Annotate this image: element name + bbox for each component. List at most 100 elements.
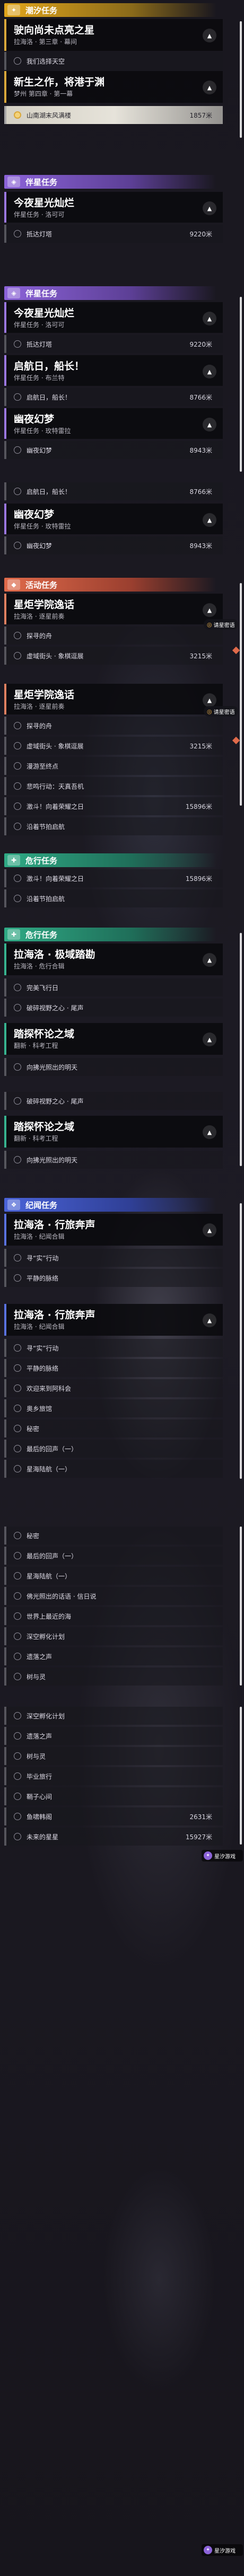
objective-item[interactable]: 向拂光照出的明天	[4, 1151, 223, 1169]
objective-item[interactable]: 遗落之声	[4, 1727, 223, 1745]
objective-item[interactable]: 山南湖末风满楼 1857米	[4, 106, 223, 124]
category-header[interactable]: ✚ 危行任务	[4, 853, 216, 867]
objective-marker-icon	[14, 782, 21, 790]
objective-item[interactable]: 寻“实”行动	[4, 1339, 223, 1357]
objective-item[interactable]: 激斗！向着荣耀之日 15896米	[4, 797, 223, 815]
scrollbar[interactable]	[240, 1707, 242, 1845]
quest-card[interactable]: 驶向尚未点亮之星 拉海洛 · 第三章 · 幕间 ▲	[4, 19, 223, 51]
objective-item[interactable]: 探寻的舟	[4, 717, 223, 735]
category-header[interactable]: ✚ 危行任务	[4, 928, 216, 941]
scrollbar[interactable]	[240, 21, 242, 138]
objective-item[interactable]: 欢迎来到阿科会	[4, 1379, 223, 1397]
scrollbar[interactable]	[240, 297, 242, 472]
objective-item[interactable]: 破碎视野之心 · 尾声	[4, 1092, 223, 1110]
objective-item[interactable]: 星海陆航（一）	[4, 1567, 223, 1585]
collapse-toggle-icon[interactable]: ▲	[203, 693, 216, 707]
objective-item[interactable]: 毕业旅行	[4, 1767, 223, 1785]
scrollbar[interactable]	[240, 1203, 242, 1479]
secret-badge[interactable]: ◎ 请星密语	[204, 619, 238, 630]
scrollbar[interactable]	[240, 933, 242, 1166]
objective-item[interactable]: 星海陆航（一）	[4, 1460, 223, 1478]
objective-item[interactable]: 虚域街头 · 象棋逗展 3215米	[4, 647, 223, 665]
objective-item[interactable]: 深空孵化计划	[4, 1707, 223, 1725]
quest-card[interactable]: 拉海洛 · 行旅奔声 拉海洛 · 纪闻合辑 ▲	[4, 1214, 223, 1246]
objective-marker-icon	[14, 1752, 21, 1760]
collapse-toggle-icon[interactable]: ▲	[203, 1313, 216, 1327]
objective-item[interactable]: 我们选择天空	[4, 52, 223, 70]
quest-subtitle: 拉海洛 · 第三章 · 幕间	[14, 38, 77, 46]
scrollbar[interactable]	[240, 1527, 242, 1686]
quest-subtitle: 拉海洛 · 纪闻合辑	[14, 1233, 65, 1240]
objective-item[interactable]: 树与灵	[4, 1668, 223, 1686]
quest-card[interactable]: 新生之作，将港于渊 梦州 第四章 · 第一幕 ▲	[4, 71, 223, 103]
objective-item[interactable]: 平静的脉络	[4, 1269, 223, 1287]
collapse-toggle-icon[interactable]: ▲	[203, 953, 216, 967]
quest-card[interactable]: 踏探怀论之域 翻新 · 科考工程 ▲	[4, 1116, 223, 1148]
objective-item[interactable]: 沿着节拍启航	[4, 817, 223, 835]
category-header[interactable]: ◆ 活动任务	[4, 578, 216, 592]
objective-item[interactable]: 启航日，船长！ 8766米	[4, 388, 223, 406]
objective-item[interactable]: 破碎视野之心 · 尾声	[4, 999, 223, 1017]
objective-item[interactable]: 虚域街头 · 象棋逗展 3215米	[4, 737, 223, 755]
collapse-toggle-icon[interactable]: ▲	[203, 312, 216, 325]
objective-item[interactable]: 鞘子心间	[4, 1787, 223, 1805]
objective-item[interactable]: 最后的回声（一）	[4, 1440, 223, 1458]
objective-item[interactable]: 寻“实”行动	[4, 1249, 223, 1267]
objective-item[interactable]: 抵达灯塔 9220米	[4, 225, 223, 243]
collapse-toggle-icon[interactable]: ▲	[203, 29, 216, 42]
objective-item[interactable]: 奥乡旅馆	[4, 1399, 223, 1417]
objective-item[interactable]: 向拂光照出的明天	[4, 1058, 223, 1076]
quest-card[interactable]: 幽夜幻梦 伴星任务 · 玫特雷拉 ▲	[4, 504, 223, 534]
quest-card[interactable]: 拉海洛 · 极域踏勘 拉海洛 · 危行合辑 ▲	[4, 943, 223, 975]
collapse-toggle-icon[interactable]: ▲	[203, 365, 216, 378]
objective-item[interactable]: 启航日，船长！ 8766米	[4, 482, 223, 500]
objective-item[interactable]: 秘密	[4, 1419, 223, 1437]
collapse-toggle-icon[interactable]: ▲	[203, 603, 216, 617]
secret-badge[interactable]: ◎ 请星密语	[204, 706, 238, 717]
objective-item[interactable]: 完美飞行日	[4, 978, 223, 996]
objective-item[interactable]: 深空孵化计划	[4, 1627, 223, 1645]
objective-item[interactable]: 探寻的舟	[4, 627, 223, 645]
objective-item[interactable]: 平静的脉络	[4, 1359, 223, 1377]
quest-card[interactable]: 拉海洛 · 行旅奔声 拉海洛 · 纪闻合辑 ▲	[4, 1304, 223, 1336]
quest-subtitle: 翻新 · 科考工程	[14, 1042, 58, 1049]
collapse-toggle-icon[interactable]: ▲	[203, 1125, 216, 1139]
quest-card[interactable]: 今夜星光灿烂 伴星任务 · 洛可可 ▲	[4, 192, 223, 223]
quest-card[interactable]: 星炬学院逸话 拉海洛 · 逐星前奏 ▲	[4, 684, 223, 714]
objective-item[interactable]: 秘密	[4, 1527, 223, 1545]
objective-item[interactable]: 沿着节拍启航	[4, 889, 223, 907]
objective-item[interactable]: 悲鸣行动：天真吾机	[4, 777, 223, 795]
collapse-toggle-icon[interactable]: ▲	[203, 201, 216, 215]
objective-item[interactable]: 未来的星星 15927米	[4, 1828, 223, 1846]
collapse-toggle-icon[interactable]: ▲	[203, 418, 216, 431]
quest-card[interactable]: 今夜星光灿烂 伴星任务 · 洛可可 ▲	[4, 302, 223, 333]
scrollbar[interactable]	[240, 583, 242, 806]
quest-card[interactable]: 星炬学院逸话 拉海洛 · 逐星前奏 ▲	[4, 594, 223, 624]
quest-subtitle: 拉海洛 · 逐星前奏	[14, 703, 65, 710]
objective-item[interactable]: 世界上最近的海	[4, 1607, 223, 1625]
objective-marker-icon	[14, 1833, 21, 1840]
objective-item[interactable]: 鱼啸韩阁 2631米	[4, 1807, 223, 1825]
objective-item[interactable]: 最后的回声（一）	[4, 1547, 223, 1565]
objective-item[interactable]: 遗落之声	[4, 1647, 223, 1665]
category-header[interactable]: ✦ 潮汐任务	[4, 3, 216, 17]
objective-item[interactable]: 漫游至终点	[4, 757, 223, 775]
collapse-toggle-icon[interactable]: ▲	[203, 81, 216, 94]
objective-item[interactable]: 佛光照出的话语 · 信日说	[4, 1587, 223, 1605]
objective-item[interactable]: 树与灵	[4, 1747, 223, 1765]
quest-card[interactable]: 踏探怀论之域 翻新 · 科考工程 ▲	[4, 1023, 223, 1055]
category-header[interactable]: ◈ 伴星任务	[4, 286, 216, 300]
category-header[interactable]: ❖ 纪闻任务	[4, 1198, 216, 1212]
quest-card[interactable]: 幽夜幻梦 伴星任务 · 玫特雷拉 ▲	[4, 408, 223, 439]
collapse-toggle-icon[interactable]: ▲	[203, 513, 216, 527]
category-header[interactable]: ◈ 伴星任务	[4, 175, 216, 189]
objective-item[interactable]: 激斗！向着荣耀之日 15896米	[4, 869, 223, 887]
objective-marker-icon	[14, 1405, 21, 1412]
objective-item[interactable]: 幽夜幻梦 8943米	[4, 536, 223, 554]
objective-item[interactable]: 抵达灯塔 9220米	[4, 335, 223, 353]
collapse-toggle-icon[interactable]: ▲	[203, 1033, 216, 1046]
objective-label: 星海陆航（一）	[27, 1572, 72, 1580]
objective-item[interactable]: 幽夜幻梦 8943米	[4, 441, 223, 459]
collapse-toggle-icon[interactable]: ▲	[203, 1223, 216, 1237]
quest-card[interactable]: 启航日，船长！ 伴星任务 · 布兰特 ▲	[4, 355, 223, 386]
